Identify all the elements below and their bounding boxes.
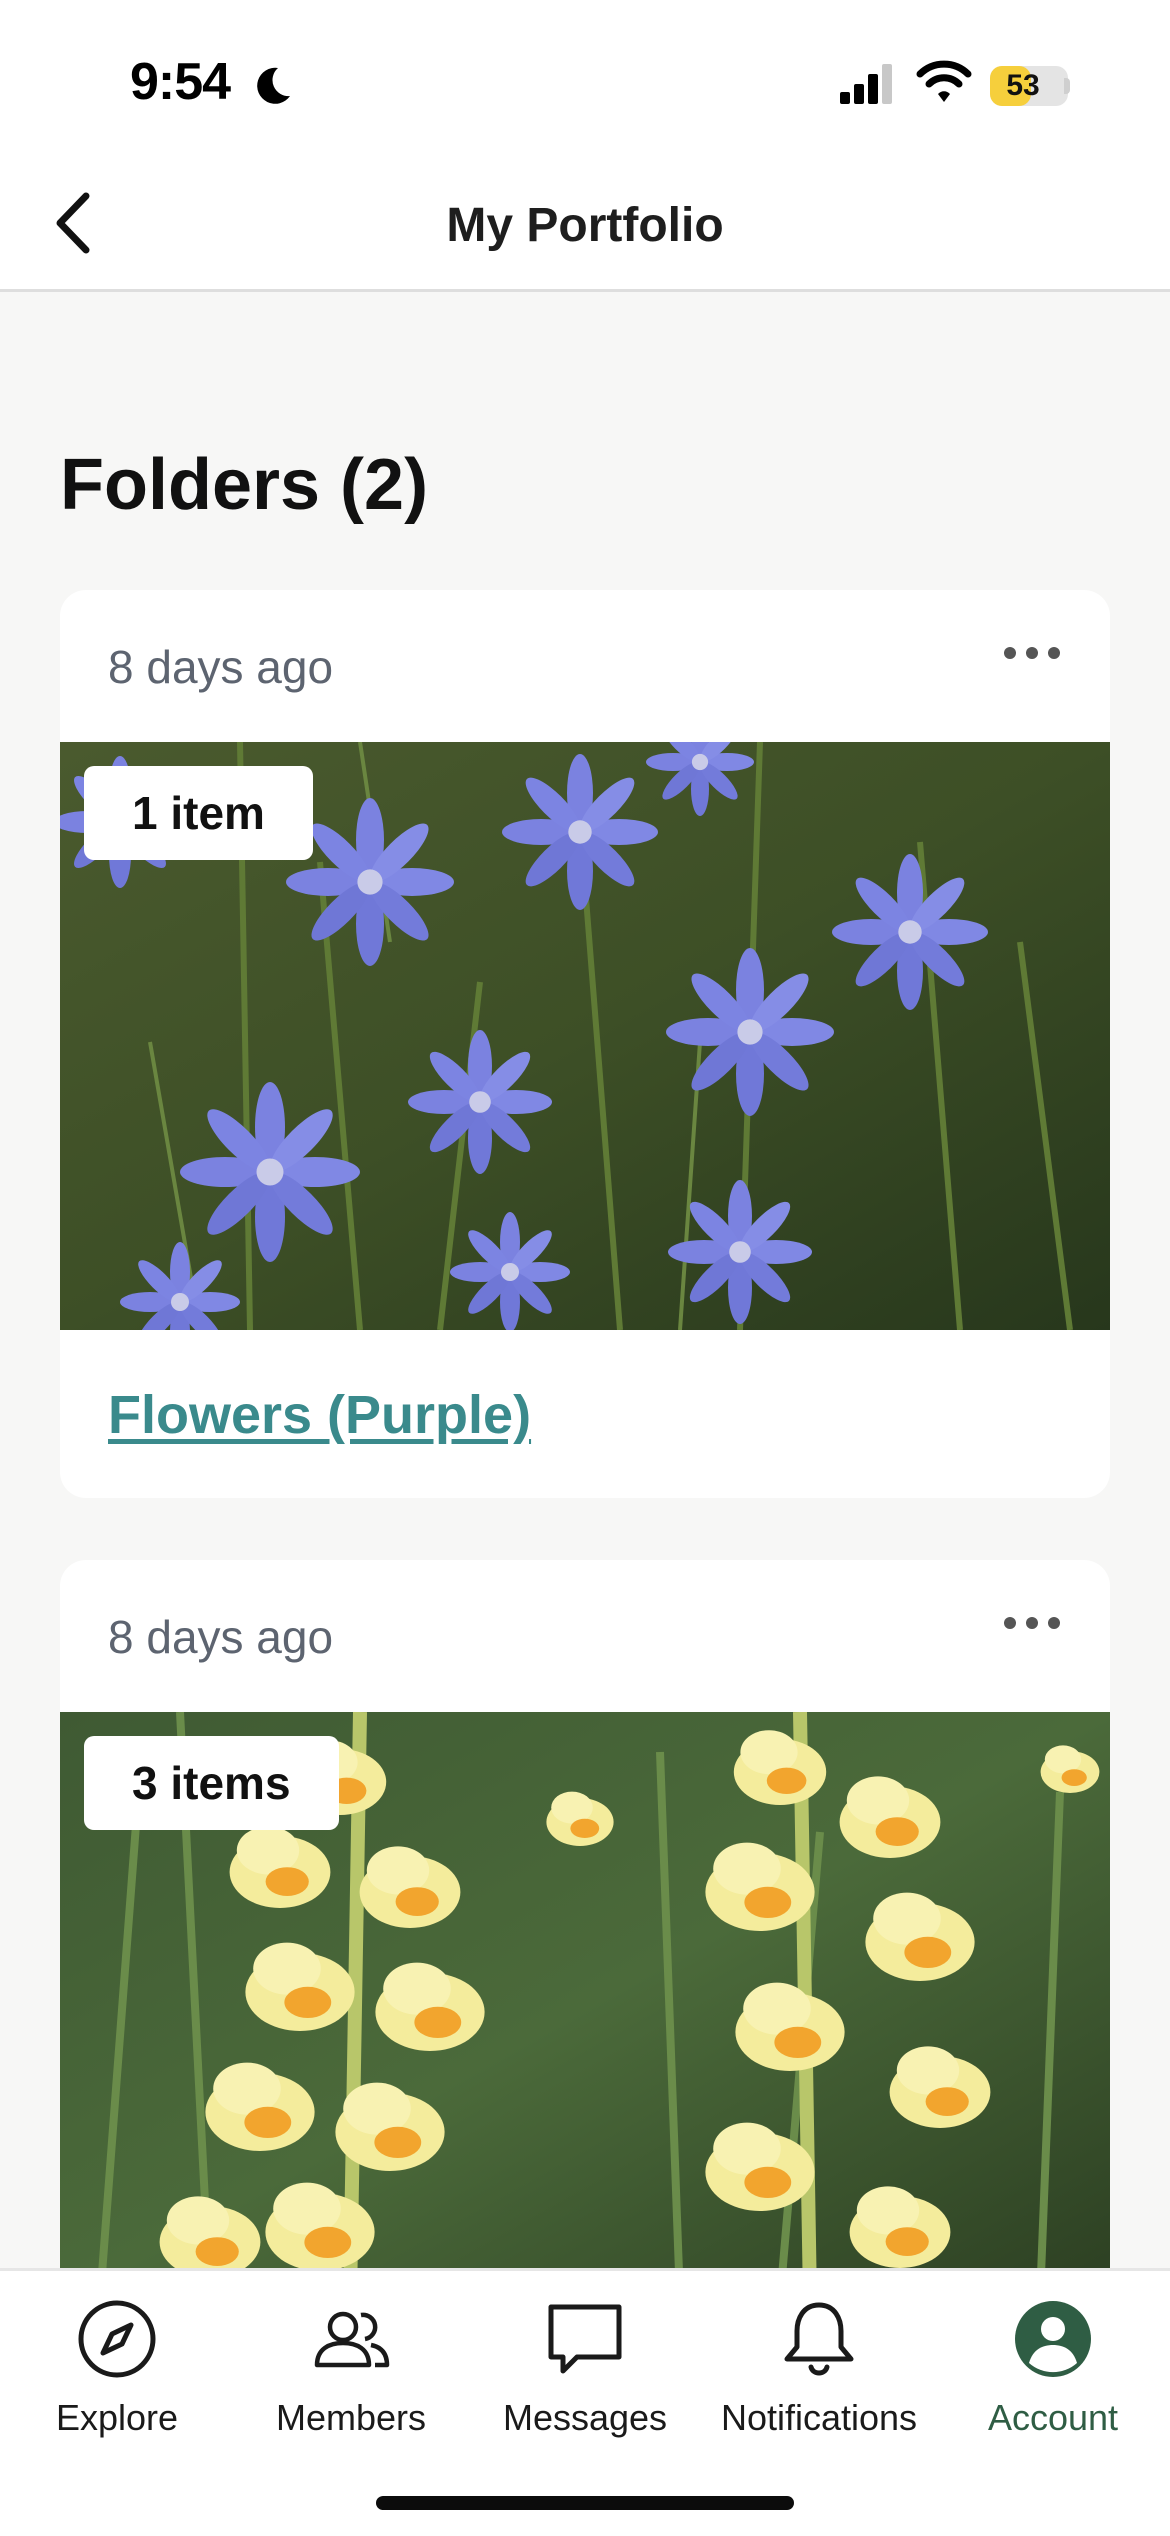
message-icon — [548, 2304, 622, 2374]
folder-cover-image[interactable]: 1 item — [60, 742, 1110, 1330]
tab-account[interactable]: Account — [936, 2297, 1170, 2467]
tab-explore[interactable]: Explore — [0, 2297, 234, 2467]
account-icon — [1015, 2301, 1091, 2377]
folder-date: 8 days ago — [108, 641, 334, 693]
tab-members[interactable]: Members — [234, 2297, 468, 2467]
more-options-button[interactable] — [992, 628, 1072, 678]
more-horizontal-icon — [1004, 1617, 1060, 1629]
members-icon — [314, 2311, 390, 2368]
more-horizontal-icon — [1004, 647, 1060, 659]
battery-cap — [1064, 78, 1070, 94]
tab-notifications[interactable]: Notifications — [702, 2297, 936, 2467]
status-bar: 9:54 53 — [0, 0, 1170, 150]
tab-label: Members — [275, 2397, 427, 2438]
moon-icon — [250, 64, 294, 113]
wifi-icon — [916, 58, 972, 111]
more-options-button[interactable] — [992, 1598, 1072, 1648]
tab-messages[interactable]: Messages — [468, 2297, 702, 2467]
battery-icon: 53 — [990, 66, 1068, 106]
folder-cover-image[interactable]: 3 items — [60, 1712, 1110, 2300]
folder-card[interactable]: 8 days ago — [60, 590, 1110, 1498]
tab-label: Explore — [55, 2397, 179, 2438]
item-count-badge: 1 item — [84, 766, 313, 860]
bell-icon — [784, 2302, 854, 2376]
tab-label: Account — [987, 2397, 1119, 2438]
signal-icon — [838, 62, 898, 111]
tab-label: Notifications — [720, 2397, 918, 2438]
page-title: My Portfolio — [446, 199, 724, 252]
compass-icon — [78, 2300, 156, 2378]
tab-label: Messages — [502, 2397, 668, 2438]
home-indicator — [376, 2496, 794, 2510]
item-count-badge: 3 items — [84, 1736, 339, 1830]
folder-name-link[interactable]: Flowers (Purple) — [108, 1384, 531, 1446]
folders-heading: Folders (2) — [60, 445, 429, 525]
folder-date: 8 days ago — [108, 1611, 334, 1663]
battery-percent: 53 — [1006, 69, 1040, 102]
app-screen: 9:54 53 My Portfolio Folders (2) 8 days … — [0, 0, 1170, 2536]
nav-header: My Portfolio — [0, 150, 1170, 292]
status-time: 9:54 — [130, 53, 231, 111]
